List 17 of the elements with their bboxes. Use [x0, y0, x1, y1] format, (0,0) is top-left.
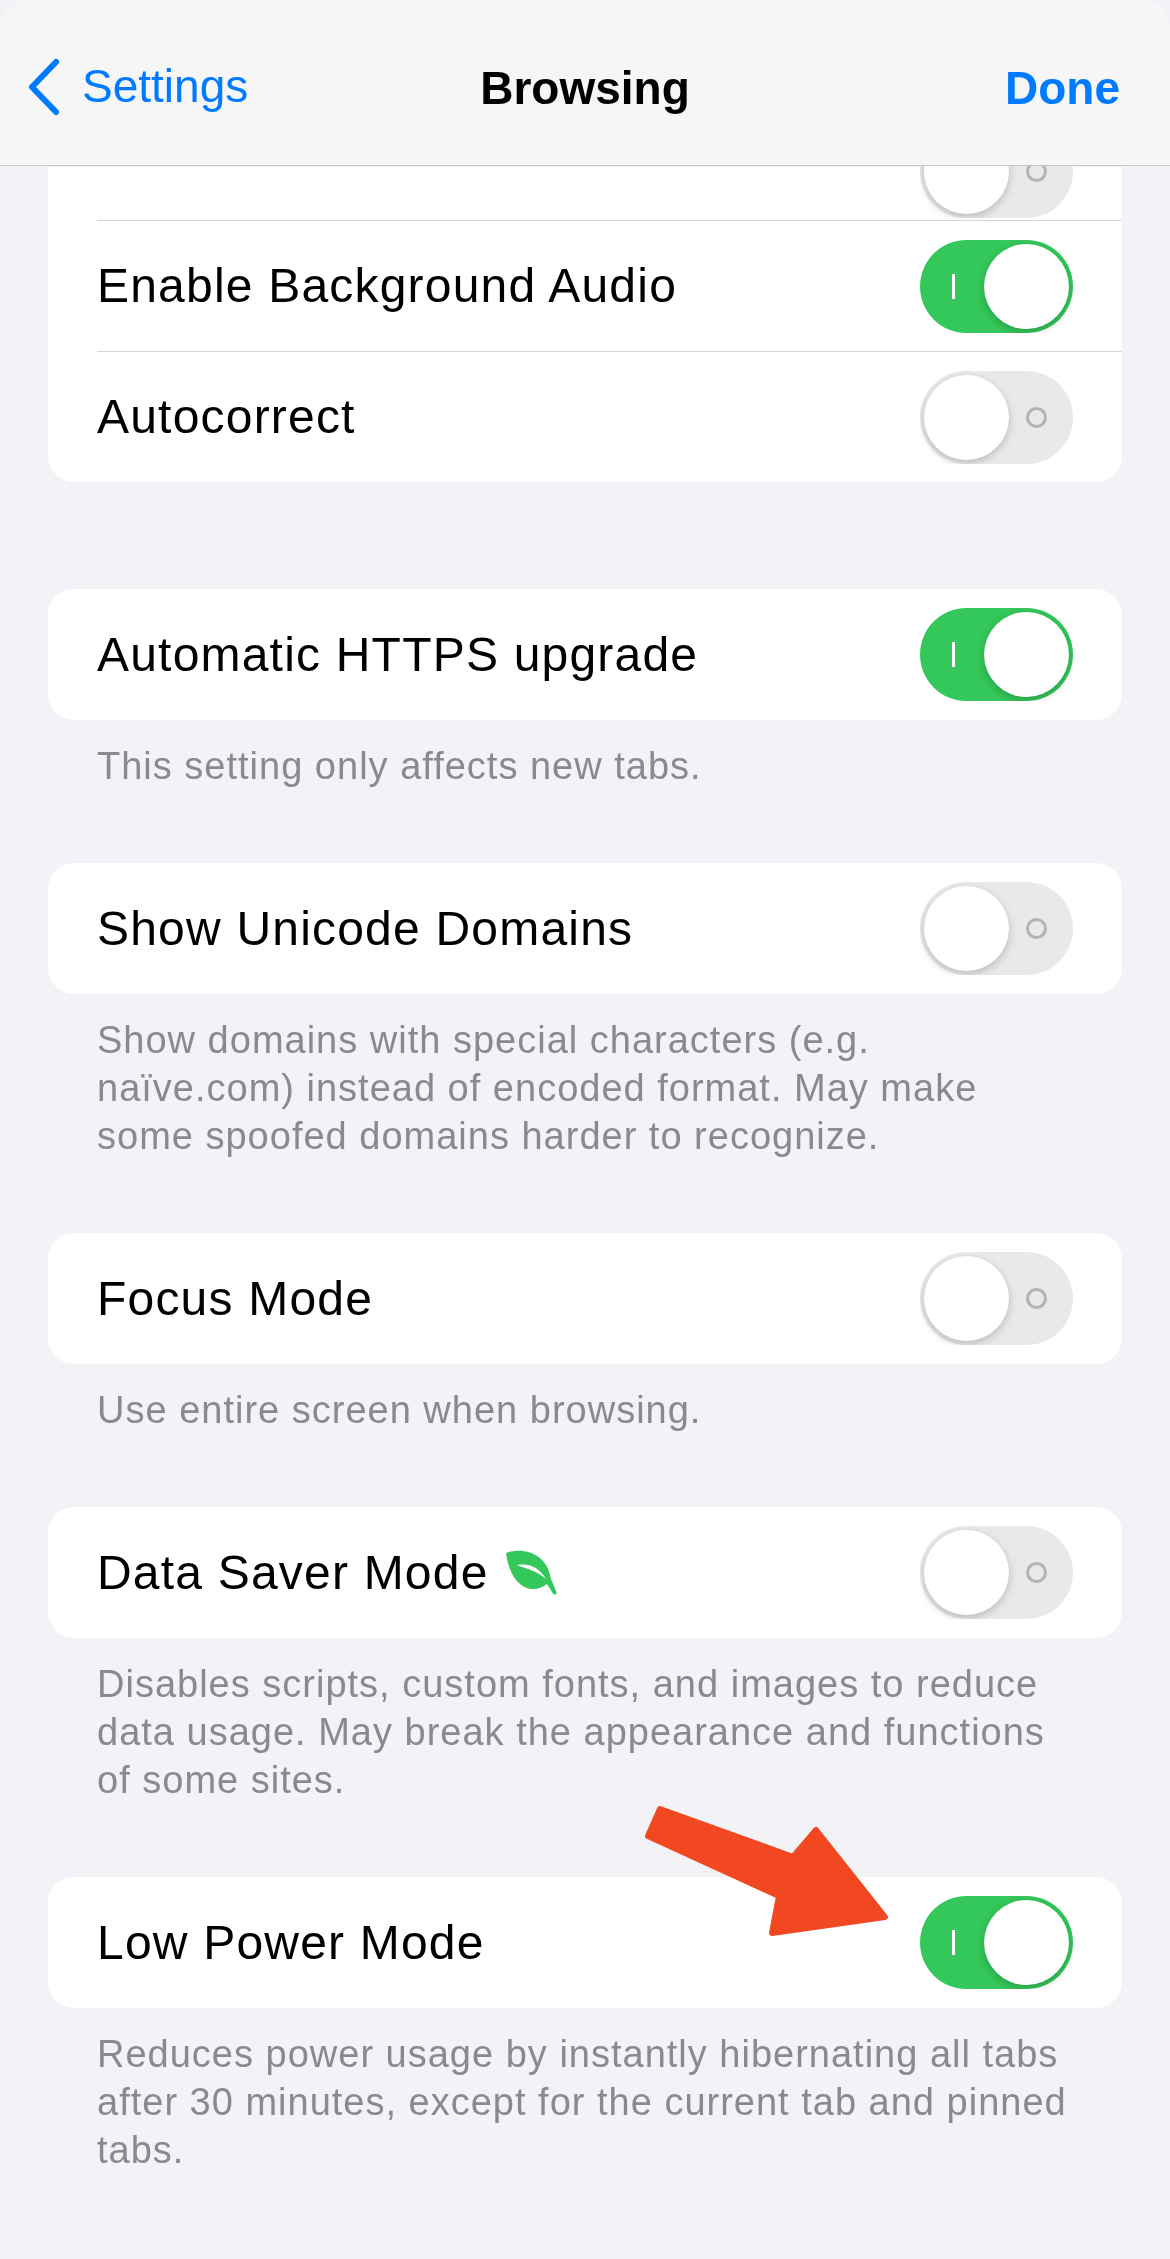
page-title: Browsing — [480, 61, 690, 116]
footer-note: This setting only affects new tabs. — [96, 744, 703, 789]
footer-note: Use entire screen when browsing. — [96, 1388, 703, 1433]
setting-label: Focus Mode — [97, 1270, 374, 1327]
footer-note: Disables scripts, custom fonts, and images to reduce data usage. May break the appearance and functions of some sites. — [96, 1662, 1046, 1803]
chevron-left-icon — [26, 57, 60, 116]
setting-label: Enable Background Audio — [97, 258, 678, 314]
done-button[interactable]: Done — [1005, 54, 1120, 123]
toggle-switch[interactable] — [920, 165, 1073, 218]
setting-label: Low Power Mode — [97, 1914, 485, 1971]
setting-label: Data Saver Mode — [97, 1544, 489, 1601]
setting-label: Show Unicode Domains — [97, 900, 634, 957]
footer-note: Reduces power usage by instantly hibernating all tabs after 30 minutes, except for the current tab and pinned tabs. — [96, 2032, 1068, 2173]
setting-label: Automatic HTTPS upgrade — [97, 626, 699, 683]
setting-label: Autocorrect — [97, 389, 356, 445]
back-button[interactable]: Settings — [26, 52, 249, 121]
footer-note: Show domains with special characters (e.g. naïve.com) instead of encoded format. May make some spoofed domains harder to recognize. — [96, 1018, 979, 1159]
